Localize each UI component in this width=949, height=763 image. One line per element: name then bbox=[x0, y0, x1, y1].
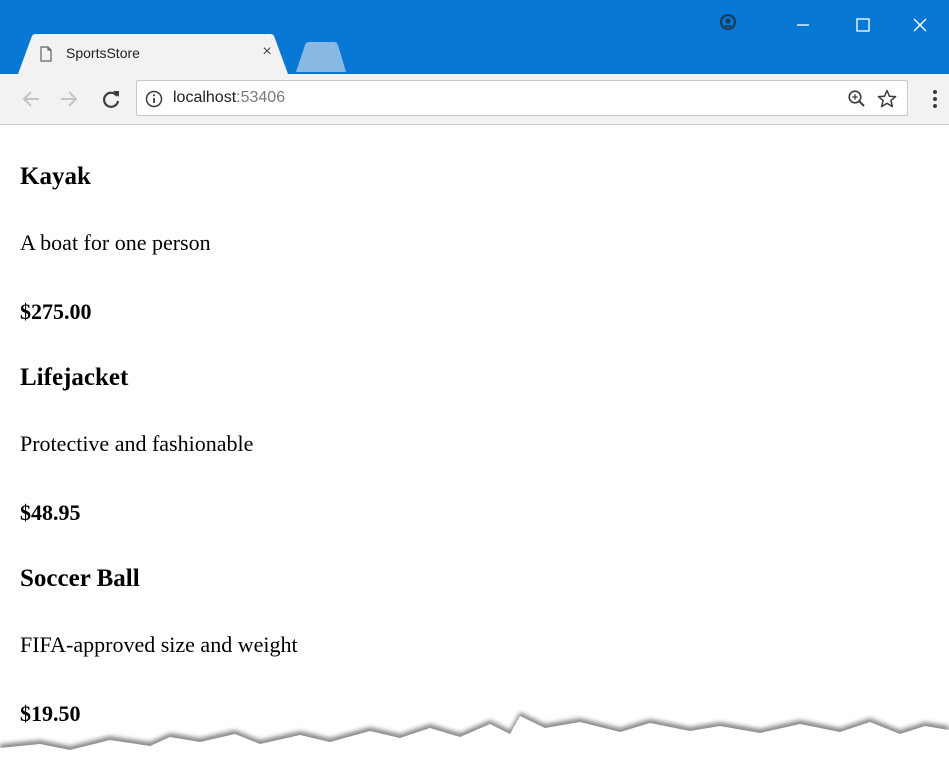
product-description: A boat for one person bbox=[20, 230, 211, 255]
product-name: Kayak bbox=[20, 163, 91, 190]
forward-arrow-icon[interactable] bbox=[58, 88, 80, 110]
product-name: Soccer Ball bbox=[20, 565, 140, 592]
tab-close-icon[interactable]: × bbox=[258, 43, 276, 61]
reload-icon[interactable] bbox=[100, 88, 122, 110]
maximize-icon[interactable] bbox=[833, 0, 893, 52]
page-icon bbox=[40, 46, 52, 62]
product-item: Kayak A boat for one person $275.00 bbox=[20, 162, 920, 325]
browser-titlebar: SportsStore × bbox=[0, 0, 949, 74]
product-price: $275.00 bbox=[20, 299, 92, 324]
url-text: localhost:53406 bbox=[173, 89, 285, 107]
info-icon[interactable] bbox=[145, 90, 163, 108]
product-description: Protective and fashionable bbox=[20, 431, 254, 456]
close-icon[interactable] bbox=[889, 0, 949, 52]
browser-toolbar: localhost:53406 bbox=[0, 74, 949, 125]
back-arrow-icon[interactable] bbox=[20, 88, 42, 110]
address-bar[interactable]: localhost:53406 bbox=[136, 80, 908, 116]
zoom-icon[interactable] bbox=[847, 89, 867, 109]
tab-background bbox=[18, 34, 288, 74]
url-port: :53406 bbox=[236, 89, 286, 106]
profile-icon[interactable] bbox=[718, 14, 738, 36]
star-icon[interactable] bbox=[877, 89, 897, 109]
tab-sportsstore[interactable]: SportsStore × bbox=[18, 34, 288, 74]
product-item: Lifejacket Protective and fashionable $4… bbox=[20, 363, 920, 526]
minimize-icon[interactable] bbox=[773, 0, 833, 52]
product-description: FIFA-approved size and weight bbox=[20, 632, 298, 657]
product-name: Lifejacket bbox=[20, 364, 129, 391]
tab-title: SportsStore bbox=[66, 45, 140, 61]
new-tab-button[interactable] bbox=[296, 42, 346, 72]
url-host: localhost bbox=[173, 89, 237, 106]
torn-edge-decoration bbox=[0, 712, 949, 763]
product-price: $48.95 bbox=[20, 500, 81, 525]
product-list: Kayak A boat for one person $275.00 Life… bbox=[20, 125, 920, 727]
kebab-menu-icon[interactable] bbox=[924, 88, 946, 110]
